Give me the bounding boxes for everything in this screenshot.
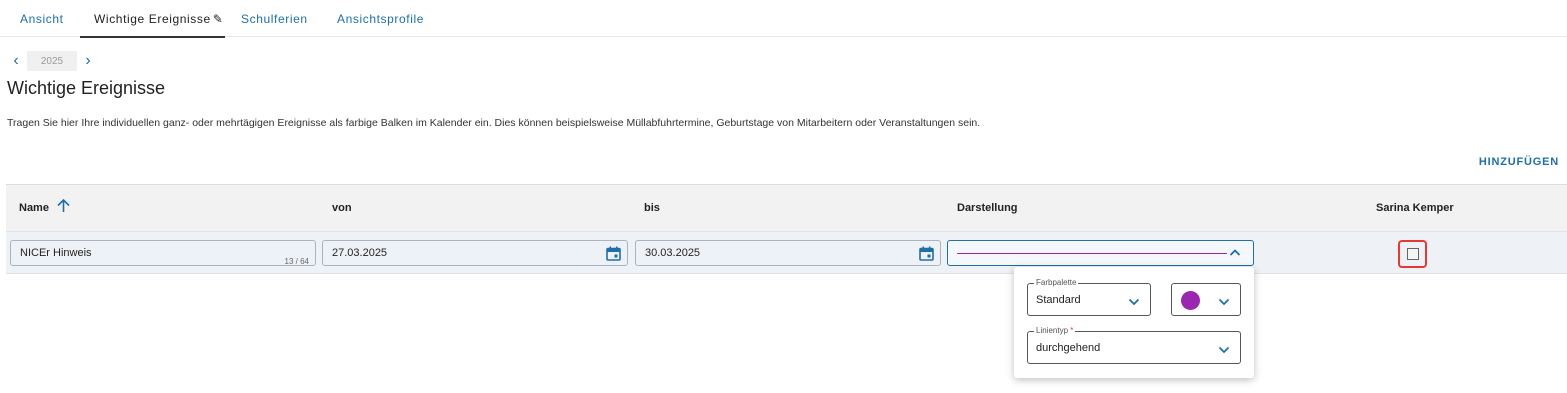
required-marker: * xyxy=(1070,326,1074,335)
bis-date-input[interactable]: 30.03.2025 xyxy=(635,240,941,266)
tab-label: Ansicht xyxy=(20,11,64,26)
table-header: Name von bis Darstellung Sarina Kemper xyxy=(6,184,1567,231)
person-checkbox-focus[interactable] xyxy=(1398,240,1427,268)
palette-select[interactable]: Farbpalette Standard xyxy=(1027,278,1151,316)
column-header-darstellung[interactable]: Darstellung xyxy=(957,185,1018,231)
chevron-down-icon[interactable] xyxy=(1128,294,1140,306)
palette-value: Standard xyxy=(1036,294,1081,306)
calendar-icon[interactable] xyxy=(919,246,934,261)
chevron-left-icon[interactable]: ‹ xyxy=(8,51,24,71)
line-type-select[interactable]: Linientyp * durchgehend xyxy=(1027,326,1241,364)
table-row: NICEr Hinweis 13 / 64 27.03.2025 30.03.2… xyxy=(6,231,1567,274)
name-value: NICEr Hinweis xyxy=(20,247,92,259)
tab-ansichtsprofile[interactable]: Ansichtsprofile xyxy=(337,0,424,37)
column-header-bis[interactable]: bis xyxy=(644,185,660,231)
von-date-input[interactable]: 27.03.2025 xyxy=(322,240,628,266)
year-display: 2025 xyxy=(27,51,77,71)
chevron-down-icon[interactable] xyxy=(1218,342,1230,354)
palette-label: Farbpalette xyxy=(1034,278,1079,287)
column-header-person[interactable]: Sarina Kemper xyxy=(1376,185,1454,231)
chevron-up-icon[interactable] xyxy=(1229,246,1241,260)
line-preview xyxy=(957,253,1227,254)
tab-label: Schulferien xyxy=(241,11,308,26)
tab-label: Wichtige Ereignisse xyxy=(94,11,211,26)
calendar-icon[interactable] xyxy=(606,246,621,261)
darstellung-select[interactable] xyxy=(947,240,1254,266)
color-swatch xyxy=(1181,291,1200,310)
line-type-value: durchgehend xyxy=(1036,342,1101,354)
tab-label: Ansichtsprofile xyxy=(337,11,425,26)
line-type-label-text: Linientyp xyxy=(1036,326,1069,335)
tab-ansicht[interactable]: Ansicht xyxy=(20,0,64,37)
pencil-icon[interactable]: ✎ xyxy=(213,12,224,26)
von-value: 27.03.2025 xyxy=(332,247,388,259)
chevron-down-icon[interactable] xyxy=(1218,294,1230,306)
column-label: Name xyxy=(19,202,49,214)
color-select[interactable] xyxy=(1171,283,1241,316)
tab-schulferien[interactable]: Schulferien xyxy=(241,0,308,37)
page-title: Wichtige Ereignisse xyxy=(7,78,166,98)
year-navigation: ‹ 2025 › xyxy=(8,51,96,71)
char-counter: 13 / 64 xyxy=(284,257,309,266)
name-input[interactable]: NICEr Hinweis 13 / 64 xyxy=(10,240,316,266)
add-button[interactable]: HINZUFÜGEN xyxy=(1479,156,1559,168)
display-options-popup: Farbpalette Standard Linientyp * durchge… xyxy=(1014,267,1254,378)
column-header-name[interactable]: Name xyxy=(19,185,70,231)
tab-bar: Ansicht Wichtige Ereignisse ✎ Schulferie… xyxy=(0,0,1567,38)
chevron-right-icon[interactable]: › xyxy=(80,51,96,71)
arrow-up-icon[interactable] xyxy=(57,198,70,217)
page-description: Tragen Sie hier Ihre individuellen ganz-… xyxy=(7,117,981,129)
line-type-label: Linientyp * xyxy=(1034,326,1076,335)
column-header-von[interactable]: von xyxy=(332,185,352,231)
bis-value: 30.03.2025 xyxy=(645,247,701,259)
person-checkbox[interactable] xyxy=(1406,248,1419,260)
tab-wichtige-ereignisse[interactable]: Wichtige Ereignisse ✎ xyxy=(79,0,226,38)
